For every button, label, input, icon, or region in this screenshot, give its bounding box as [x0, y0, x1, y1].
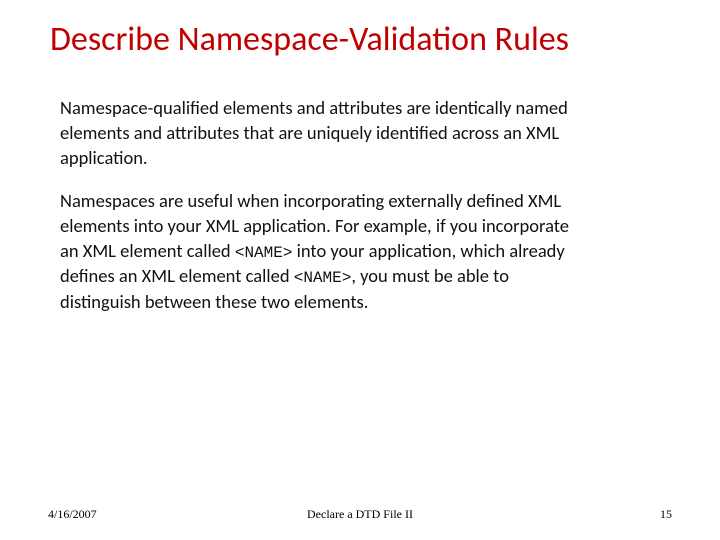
footer-page-number: 15	[660, 507, 672, 522]
footer-center: Declare a DTD File II	[0, 507, 720, 522]
slide-title: Describe Namespace-Validation Rules	[50, 20, 700, 59]
slide: Describe Namespace-Validation Rules Name…	[0, 0, 720, 540]
slide-body: Namespace-qualified elements and attribu…	[60, 96, 580, 333]
paragraph-2: Namespaces are useful when incorporating…	[60, 189, 580, 315]
name-tag-1: <NAME>	[235, 244, 293, 262]
paragraph-1: Namespace-qualified elements and attribu…	[60, 96, 580, 171]
name-tag-2: <NAME>	[294, 269, 352, 287]
